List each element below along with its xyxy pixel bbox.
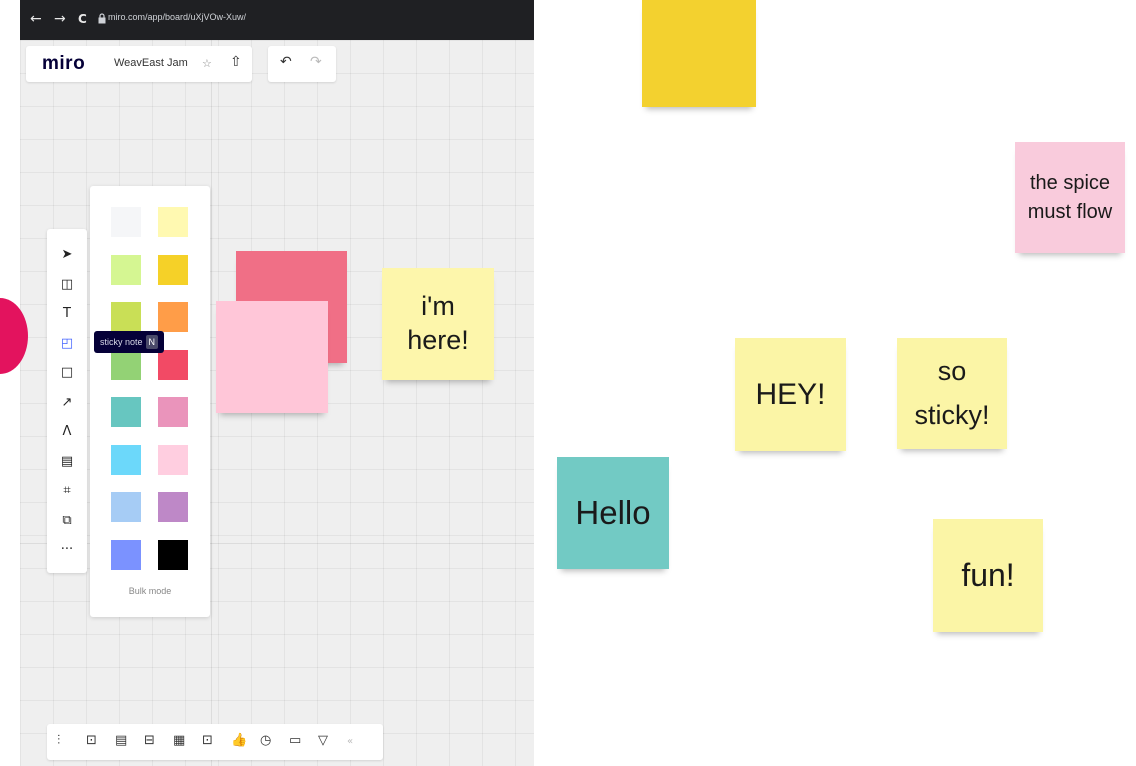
tooltip-shortcut-key: N	[145, 335, 159, 349]
board-name[interactable]: WeavEast Jam	[114, 57, 188, 69]
sticky-note-icon[interactable]: ◰	[47, 331, 87, 357]
app-icon[interactable]: ▦	[173, 733, 185, 748]
color-swatch[interactable]	[111, 349, 141, 380]
miro-logo[interactable]: miro	[42, 53, 85, 75]
sticky-note[interactable]: HEY!	[735, 338, 846, 451]
color-swatch[interactable]	[158, 349, 188, 380]
reload-icon[interactable]: C	[78, 12, 87, 26]
sticky-note[interactable]: the spice must flow	[1015, 142, 1125, 253]
color-swatch[interactable]	[111, 492, 141, 522]
app-icon[interactable]: «	[347, 736, 353, 747]
color-swatch[interactable]	[158, 397, 188, 427]
sticky-note-text: so sticky!	[914, 356, 990, 430]
sticky-note-text: fun!	[961, 557, 1015, 593]
sticky-note[interactable]: fun!	[933, 519, 1043, 632]
sticky-note[interactable]	[642, 0, 756, 107]
shape-icon[interactable]: □	[47, 360, 87, 386]
upload-icon[interactable]: ⧉	[47, 508, 87, 534]
color-swatch[interactable]	[111, 254, 141, 285]
back-icon[interactable]: ←	[30, 11, 42, 27]
app-icon[interactable]: ▭	[289, 733, 301, 748]
more-tools-icon[interactable]: ···	[47, 537, 87, 563]
app-icon[interactable]: ◷	[260, 733, 271, 748]
app-icon[interactable]: ⫶	[57, 733, 60, 748]
sticky-note-text: Hello	[575, 494, 651, 531]
app-icon[interactable]: 👍	[231, 733, 247, 748]
url-text[interactable]: miro.com/app/board/uXjVOw-Xuw/	[108, 12, 246, 22]
color-swatch[interactable]	[158, 302, 188, 332]
app-icon[interactable]: ⊟	[144, 733, 155, 748]
sticky-note-text: the spice must flow	[1027, 172, 1113, 223]
connection-line-icon[interactable]: ↗	[47, 390, 87, 416]
browser-url-bar: ← → C miro.com/app/board/uXjVOw-Xuw/	[20, 0, 534, 40]
app-icon[interactable]: ▽	[318, 733, 328, 748]
select-icon[interactable]: ➤	[47, 242, 87, 268]
pen-icon[interactable]: Λ	[47, 419, 87, 445]
sticky-note[interactable]	[216, 301, 328, 413]
color-swatch[interactable]	[111, 207, 141, 237]
sticky-color-picker: Bulk mode	[90, 186, 210, 617]
app-icon[interactable]: ⊡	[202, 733, 213, 748]
undo-icon[interactable]: ↶	[280, 54, 292, 70]
export-icon[interactable]: ⇧	[230, 54, 242, 70]
sticky-note-text: HEY!	[755, 377, 826, 411]
creation-toolbar: ➤ ◫ T ◰ □ ↗ Λ ▤ ⌗ ⧉ ···	[47, 229, 87, 573]
sticky-note-tooltip: sticky note N	[94, 331, 165, 353]
templates-icon[interactable]: ◫	[47, 272, 87, 298]
app-icon[interactable]: ▤	[115, 733, 127, 748]
sticky-note-text: i'm here!	[407, 291, 469, 355]
lock-icon	[98, 13, 106, 24]
app-icon[interactable]: ⊡	[86, 733, 97, 748]
color-swatch[interactable]	[111, 302, 141, 332]
tooltip-label: sticky note	[100, 337, 143, 347]
undo-redo-bar: ↶ ↷	[268, 46, 336, 82]
color-swatch[interactable]	[111, 397, 141, 427]
color-swatch[interactable]	[158, 492, 188, 522]
frame-icon[interactable]: ⌗	[47, 478, 87, 504]
board-header: miro WeavEast Jam ☆ ⇧	[26, 46, 252, 82]
color-swatch[interactable]	[111, 444, 141, 475]
text-icon[interactable]: T	[47, 301, 87, 327]
color-swatch[interactable]	[158, 444, 188, 475]
color-swatch[interactable]	[158, 539, 188, 570]
sticky-note[interactable]: Hello	[557, 457, 669, 569]
sticky-note[interactable]: so sticky!	[897, 338, 1007, 449]
sticky-note[interactable]: i'm here!	[382, 268, 494, 380]
redo-icon[interactable]: ↷	[310, 54, 322, 70]
bulk-mode-button[interactable]: Bulk mode	[90, 586, 210, 596]
apps-bottom-bar: ⫶ ⊡ ▤ ⊟ ▦ ⊡ 👍 ◷ ▭ ▽ «	[47, 724, 383, 760]
color-swatch[interactable]	[158, 254, 188, 285]
grid-line	[211, 40, 212, 766]
color-swatch[interactable]	[111, 539, 141, 570]
star-icon[interactable]: ☆	[202, 57, 212, 70]
comment-icon[interactable]: ▤	[47, 449, 87, 475]
color-swatch[interactable]	[158, 207, 188, 237]
forward-icon[interactable]: →	[54, 11, 66, 27]
